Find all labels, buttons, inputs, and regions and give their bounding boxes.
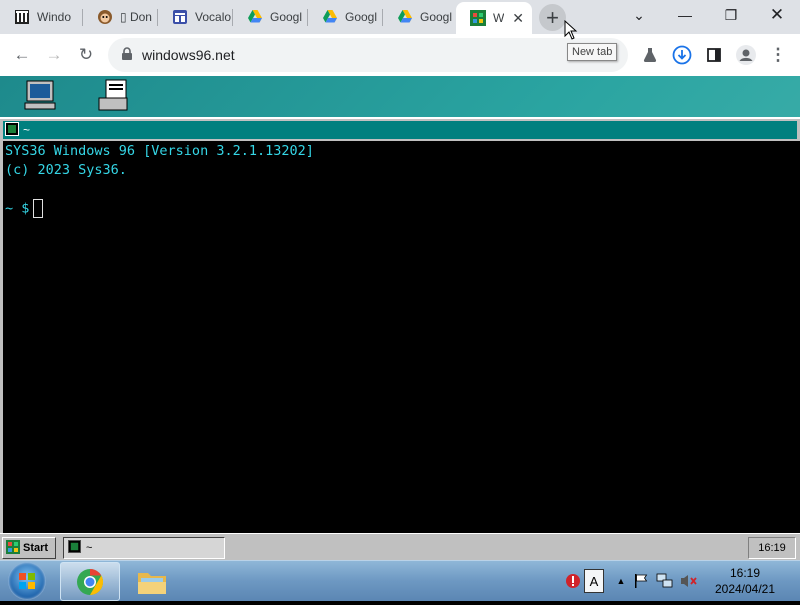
network-icon[interactable] — [656, 572, 674, 590]
profile-avatar-icon[interactable] — [732, 41, 760, 69]
new-tab-button[interactable]: + — [539, 4, 566, 31]
tab-title: ▯ Don — [120, 10, 152, 24]
terminal-line: (c) 2023 Sys36. — [5, 162, 127, 178]
table-icon — [172, 9, 188, 25]
mouse-pointer-icon — [564, 20, 578, 40]
address-bar[interactable]: windows96.net ⇪ ☆ — [108, 38, 628, 72]
terminal-title: ~ — [23, 123, 31, 137]
terminal-window: ~ SYS36 Windows 96 [Version 3.2.1.13202]… — [0, 117, 800, 533]
google-drive-icon — [247, 9, 263, 25]
tab-6[interactable]: Googl — [383, 0, 457, 34]
back-arrow-icon[interactable]: ← — [8, 41, 36, 69]
terminal-cursor — [33, 199, 44, 218]
tab-3[interactable]: Vocalo — [158, 0, 232, 34]
terminal-prompt: ~ $ — [5, 200, 30, 217]
windows7-taskbar: A ▲ 16:19 2024/04/21 — [0, 560, 800, 601]
terminal-app-icon — [68, 540, 81, 556]
w96-start-label: Start — [23, 542, 49, 554]
monkey-icon — [97, 9, 113, 25]
download-icon[interactable] — [668, 41, 696, 69]
explorer-taskbar-button[interactable] — [122, 562, 182, 601]
chrome-icon — [77, 568, 104, 595]
terminal-output[interactable]: SYS36 Windows 96 [Version 3.2.1.13202] (… — [3, 141, 800, 533]
tab-5[interactable]: Googl — [308, 0, 382, 34]
system-clock[interactable]: 16:19 2024/04/21 — [705, 565, 785, 597]
tab-title: Googl — [345, 10, 378, 24]
windows-start-orb-icon[interactable] — [8, 562, 46, 600]
tab-title: Windo — [37, 10, 72, 24]
clock-date: 2024/04/21 — [714, 582, 776, 596]
forward-arrow-icon[interactable]: → — [40, 41, 68, 69]
chrome-taskbar-button[interactable] — [60, 562, 120, 601]
windows96-desktop: ~ SYS36 Windows 96 [Version 3.2.1.13202]… — [0, 76, 800, 561]
notification-alert-icon[interactable] — [564, 572, 582, 590]
menu-kebab-icon[interactable]: ⋮ — [764, 41, 792, 69]
google-drive-icon — [397, 9, 413, 25]
show-hidden-icons-icon[interactable]: ▲ — [612, 572, 630, 590]
w96-task-label: ~ — [86, 542, 93, 554]
action-center-flag-icon[interactable] — [632, 572, 650, 590]
browser-toolbar: ← → ↻ windows96.net ⇪ ☆ ⋮ — [0, 34, 800, 76]
tab-4[interactable]: Googl — [233, 0, 307, 34]
clock-time: 16:19 — [729, 566, 761, 580]
google-drive-icon — [322, 9, 338, 25]
new-tab-tooltip: New tab — [567, 43, 618, 61]
site-info-icon[interactable] — [120, 47, 134, 66]
terminal-line: SYS36 Windows 96 [Version 3.2.1.13202] — [5, 143, 314, 159]
tab-search-icon[interactable]: ⌄ — [616, 0, 662, 30]
terminal-title-bar[interactable]: ~ — [3, 121, 797, 139]
close-tab-icon[interactable]: ✕ — [512, 10, 524, 27]
volume-muted-icon[interactable] — [680, 572, 698, 590]
museum-icon — [14, 9, 30, 25]
reload-icon[interactable]: ↻ — [72, 41, 100, 69]
windows96-taskbar: Start ~ 16:19 — [0, 533, 800, 561]
documents-icon[interactable] — [96, 78, 132, 114]
windows96-icon — [470, 10, 486, 26]
tab-strip: Windo ▯ Don Vocalo Googl Googl Googl W ✕… — [0, 0, 800, 34]
restore-button[interactable]: ❐ — [708, 0, 754, 30]
tab-title: Googl — [270, 10, 303, 24]
terminal-app-icon — [5, 121, 19, 139]
tab-1[interactable]: Windo — [0, 0, 82, 34]
tab-2[interactable]: ▯ Don — [83, 0, 157, 34]
url-text[interactable]: windows96.net — [142, 47, 235, 63]
terminal-prompt-line[interactable]: ~ $ — [5, 199, 798, 218]
tab-title: Vocalo — [195, 10, 232, 24]
ime-indicator[interactable]: A — [584, 569, 604, 593]
close-window-button[interactable]: ✕ — [754, 0, 800, 30]
w96-clock: 16:19 — [748, 537, 796, 559]
tab-title: Googl — [420, 10, 453, 24]
tab-title: W — [493, 11, 505, 25]
w96-start-button[interactable]: Start — [2, 537, 56, 559]
labs-flask-icon[interactable] — [636, 41, 664, 69]
my-computer-icon[interactable] — [22, 78, 58, 114]
w96-taskbar-item-terminal[interactable]: ~ — [63, 537, 225, 559]
minimize-button[interactable]: — — [662, 0, 708, 30]
w96-start-logo-icon — [6, 539, 20, 557]
tab-7-active[interactable]: W ✕ — [456, 2, 532, 34]
side-panel-icon[interactable] — [700, 41, 728, 69]
folder-icon — [138, 572, 166, 594]
